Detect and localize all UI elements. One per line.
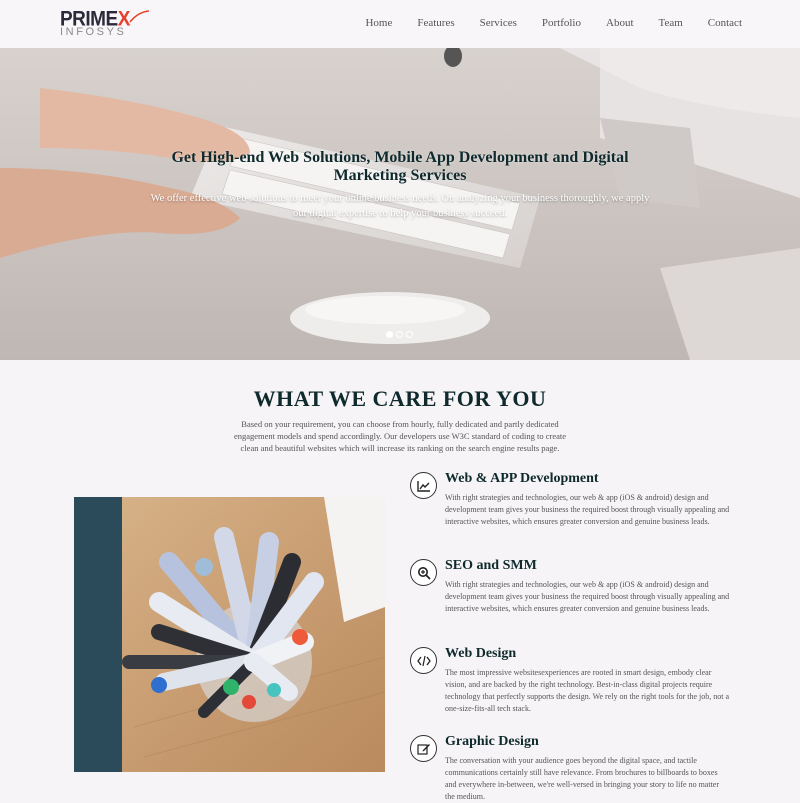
logo-brand-sub: INFOSYS (60, 26, 127, 38)
nav-features[interactable]: Features (417, 17, 454, 29)
section-intro: Based on your requirement, you can choos… (233, 419, 567, 453)
slider-dots (386, 331, 413, 338)
slider-dot-2[interactable] (396, 331, 403, 338)
service-description: With right strategies and technologies, … (445, 493, 730, 526)
nav-team[interactable]: Team (659, 17, 683, 29)
service-title: SEO and SMM (445, 558, 537, 573)
service-description: With right strategies and technologies, … (445, 580, 730, 613)
nav-about[interactable]: About (606, 17, 634, 29)
service-description: The most impressive websitesexperiences … (445, 668, 730, 713)
chart-line-icon (410, 472, 437, 499)
nav-contact[interactable]: Contact (708, 17, 742, 29)
hero-title: Get High-end Web Solutions, Mobile App D… (171, 149, 629, 184)
logo-swoosh-icon (129, 10, 150, 23)
hero-subtitle: We offer effective web solutions to meet… (150, 193, 650, 219)
service-title: Graphic Design (445, 734, 539, 749)
site-header: PRIMEX INFOSYS Home Features Services Po… (0, 0, 800, 48)
main-nav: Home Features Services Portfolio About T… (365, 17, 742, 29)
nav-services[interactable]: Services (480, 17, 517, 29)
service-description: The conversation with your audience goes… (445, 756, 720, 801)
service-title: Web & APP Development (445, 471, 599, 486)
code-icon (410, 647, 437, 674)
service-title: Web Design (445, 646, 517, 661)
hero-slider[interactable]: Get High-end Web Solutions, Mobile App D… (0, 48, 800, 360)
prime-infosys-logo[interactable]: PRIMEX INFOSYS (60, 8, 150, 40)
slider-dot-1[interactable] (386, 331, 393, 338)
section-title: WHAT WE CARE FOR YOU (253, 386, 547, 411)
nav-portfolio[interactable]: Portfolio (542, 17, 581, 29)
nav-home[interactable]: Home (365, 17, 392, 29)
slider-dot-3[interactable] (406, 331, 413, 338)
search-zoom-icon (410, 559, 437, 586)
pens-cup-photo (74, 497, 385, 772)
edit-icon (410, 735, 437, 762)
